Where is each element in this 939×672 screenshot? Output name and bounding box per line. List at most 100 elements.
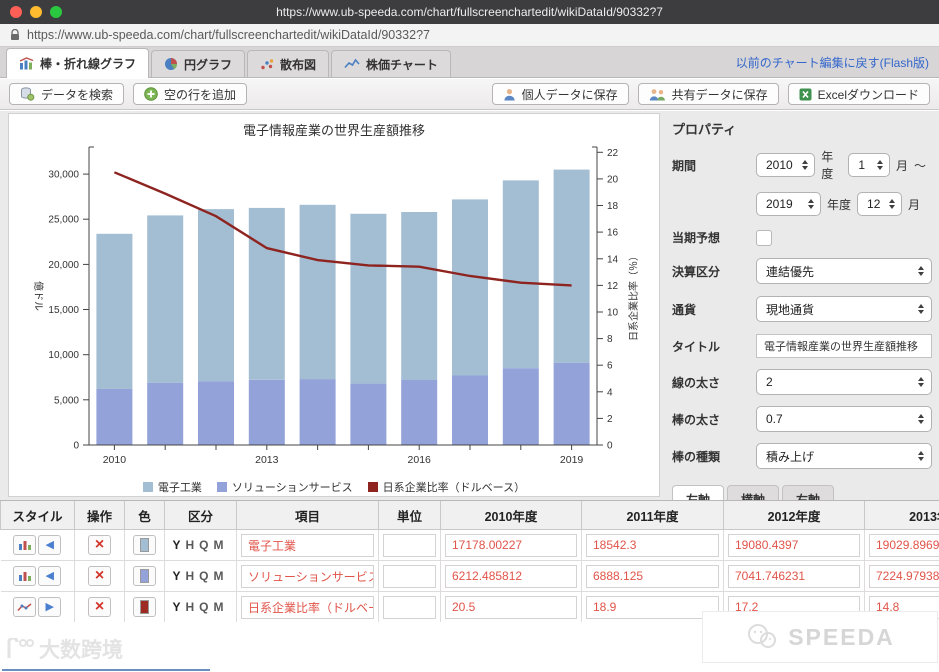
minimize-window-button[interactable] (30, 6, 42, 18)
year-from-stepper[interactable]: 2010 (756, 153, 816, 177)
unit-input[interactable] (383, 533, 436, 557)
properties-panel: プロパティ 期間 2010 年度 1 月 ～ 2019 年度 12 月 当期予想… (672, 119, 932, 500)
tab-label: 株価チャート (366, 57, 438, 72)
tab-scatter[interactable]: 散布図 (247, 50, 330, 77)
delete-row-button[interactable]: × (88, 566, 111, 586)
legend-item: 日系企業比率（ドルベース） (367, 479, 526, 495)
left-axis-tick-label: 5,000 (54, 395, 79, 406)
unit-input[interactable] (383, 564, 436, 588)
column-header: 2012年度 (723, 501, 865, 530)
period-type-q[interactable]: Q (199, 569, 208, 583)
bar-style-button[interactable] (13, 535, 37, 555)
chart-title-input[interactable]: 電子情報産業の世界生産額推移 (756, 334, 932, 358)
color-swatch-button[interactable] (133, 566, 156, 586)
value-input[interactable]: 18542.3 (586, 533, 719, 557)
left-axis-tick-label: 0 (73, 441, 79, 452)
unit-input[interactable] (383, 595, 436, 619)
month-suffix: 月 (908, 197, 921, 212)
people-icon (649, 88, 666, 101)
bar-type-select[interactable]: 積み上げ (756, 443, 932, 469)
tab-left-axis[interactable]: 左軸 (672, 485, 725, 500)
legend-label: 日系企業比率（ドルベース） (382, 482, 526, 494)
value-input[interactable]: 18.9 (586, 595, 719, 619)
bar-width-select[interactable]: 0.7 (756, 406, 932, 432)
period-type-m[interactable]: M (214, 538, 224, 552)
value-input[interactable]: 7041.746231 (728, 564, 860, 588)
item-cell: 電子工業 (236, 529, 379, 561)
value-input[interactable]: 19029.89691 (869, 533, 939, 557)
period-type-h[interactable]: H (186, 538, 195, 552)
period-type-h[interactable]: H (186, 569, 195, 583)
delete-row-button[interactable]: × (88, 535, 111, 555)
value-input[interactable]: 19080.4397 (728, 533, 860, 557)
axis-right-button[interactable]: ▶ (38, 597, 62, 617)
line-style-button[interactable] (13, 597, 37, 617)
color-swatch-button[interactable] (133, 597, 156, 617)
tab-right-axis[interactable]: 右軸 (782, 485, 835, 500)
period-type-y[interactable]: Y (172, 538, 180, 552)
tab-bar-line[interactable]: 棒・折れ線グラフ (6, 48, 150, 78)
bar-segment (248, 207, 285, 380)
tab-label: 円グラフ (184, 57, 233, 72)
save-personal-data-button[interactable]: 個人データに保存 (491, 83, 629, 105)
item-input[interactable]: 電子工業 (241, 533, 374, 557)
bar-style-button[interactable] (13, 566, 37, 586)
tab-pie[interactable]: 円グラフ (151, 50, 246, 77)
zoom-window-button[interactable] (50, 6, 62, 18)
period-type-q[interactable]: Q (199, 600, 208, 614)
left-axis-tick-label: 10,000 (48, 350, 79, 361)
column-header: 操作 (74, 501, 125, 530)
delete-row-button[interactable]: × (88, 597, 111, 617)
period-type-q[interactable]: Q (199, 538, 208, 552)
color-swatch-button[interactable] (133, 535, 156, 555)
column-header: 単位 (378, 501, 441, 530)
scatter-icon (260, 58, 274, 71)
color-cell (124, 560, 165, 592)
item-input[interactable]: ソリューションサービス (241, 564, 374, 588)
style-cell: ◀ (0, 529, 75, 561)
year-to-stepper[interactable]: 2019 (756, 192, 821, 216)
tilde: ～ (913, 158, 926, 173)
fiscal-select[interactable]: 連結優先 (756, 258, 932, 284)
axis-left-icon: ◀ (45, 569, 54, 582)
right-axis-tick-label: 12 (607, 281, 619, 292)
excel-download-button[interactable]: Excelダウンロード (787, 83, 930, 105)
period-type-m[interactable]: M (214, 600, 224, 614)
month-to-stepper[interactable]: 12 (857, 192, 903, 216)
search-data-button[interactable]: データを検索 (9, 83, 125, 105)
color-cell (124, 529, 165, 561)
period-type-y[interactable]: Y (172, 600, 180, 614)
line-width-select[interactable]: 2 (756, 369, 932, 395)
period-type-y[interactable]: Y (172, 569, 180, 583)
period-type-h[interactable]: H (186, 600, 195, 614)
forecast-checkbox[interactable] (756, 229, 772, 246)
address-bar[interactable]: https://www.ub-speeda.com/chart/fullscre… (0, 24, 939, 47)
tab-stock[interactable]: 株価チャート (331, 50, 451, 77)
month-from-stepper[interactable]: 1 (848, 153, 890, 177)
period-type-m[interactable]: M (214, 569, 224, 583)
axis-left-button[interactable]: ◀ (38, 566, 62, 586)
stepper-arrows-icon (889, 199, 896, 209)
horizontal-scrollbar-thumb[interactable] (2, 669, 210, 671)
bar-segment (553, 169, 590, 363)
x-axis-tick-label: 2013 (255, 454, 279, 466)
table-row: ◀ × Y H Q M 電子工業 17178.00227 18542.3 19080.4397 19… (0, 529, 939, 561)
currency-select[interactable]: 現地通貨 (756, 296, 932, 322)
color-swatch (140, 600, 149, 614)
toolbar: データを検索 空の行を追加 個人データに保存 共有データに保存 Excelダウンロード (0, 79, 939, 110)
add-empty-row-button[interactable]: 空の行を追加 (133, 83, 248, 105)
close-window-button[interactable] (10, 6, 22, 18)
value-input[interactable]: 6212.485812 (445, 564, 577, 588)
right-axis-tick-label: 4 (607, 387, 613, 398)
bar-segment (502, 368, 539, 445)
tab-horizontal-axis[interactable]: 横軸 (727, 485, 780, 500)
value-input[interactable]: 20.5 (445, 595, 577, 619)
save-shared-data-button[interactable]: 共有データに保存 (637, 83, 779, 105)
axis-left-button[interactable]: ◀ (38, 535, 62, 555)
item-input[interactable]: 日系企業比率（ドルベース） (241, 595, 374, 619)
value-input[interactable]: 7224.979381 (869, 564, 939, 588)
table-row: ◀ × Y H Q M ソリューションサービス 6212.485812 6888.125 7041… (0, 560, 939, 592)
value-input[interactable]: 17178.00227 (445, 533, 577, 557)
value-input[interactable]: 6888.125 (586, 564, 719, 588)
flash-version-link[interactable]: 以前のチャート編集に戻す(Flash版) (736, 54, 929, 71)
